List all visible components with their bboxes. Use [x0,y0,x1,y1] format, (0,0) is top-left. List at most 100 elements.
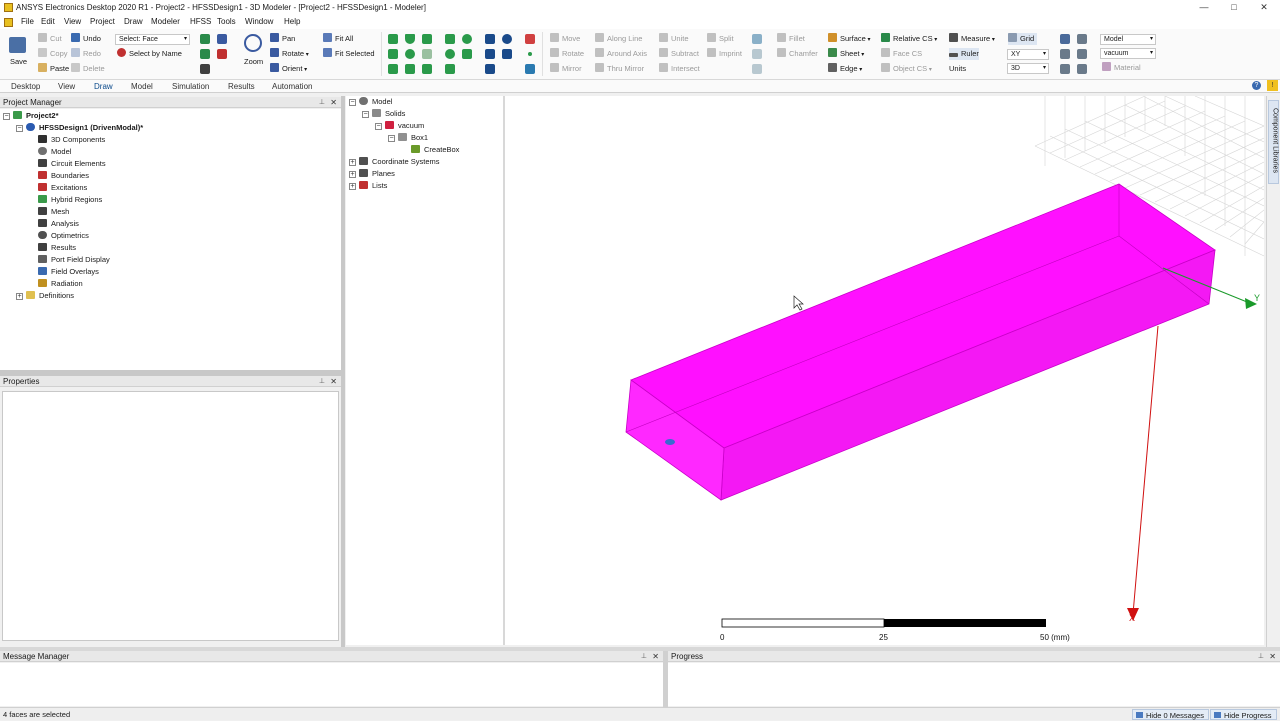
grid-button[interactable]: Grid [1008,33,1038,45]
tree-design[interactable]: HFSSDesign1 (DrivenModal)* [26,122,143,134]
render-mode-icon[interactable] [1077,34,1087,44]
along-line-button[interactable]: Along Line [595,33,642,45]
draw-cylinder-icon[interactable] [388,49,398,59]
menu-help[interactable]: Help [284,17,300,26]
expand-definitions-icon[interactable]: + [16,293,23,300]
draw-plane-icon[interactable] [525,64,535,74]
menu-file[interactable]: File [21,17,34,26]
warning-icon[interactable]: ! [1267,80,1278,91]
tab-desktop[interactable]: Desktop [11,82,40,91]
tab-draw[interactable]: Draw [94,82,113,91]
thru-mirror-button[interactable]: Thru Mirror [595,63,644,75]
intersect-button[interactable]: Intersect [659,63,700,75]
draw-center-arc-icon[interactable] [485,64,495,74]
select-vertex-icon[interactable] [217,49,227,59]
select-by-name-button[interactable]: Select by Name [117,48,182,60]
close-icon[interactable]: ✕ [1269,651,1276,662]
snap-icon[interactable] [1077,64,1087,74]
fit-all-button[interactable]: Fit All [323,33,353,45]
tree-item-port-field-display[interactable]: Port Field Display [38,254,110,266]
measure-menu[interactable]: Measure ▾ [949,33,995,45]
draw-equation-curve-icon[interactable] [502,49,512,59]
thicken-icon[interactable] [752,49,762,59]
imprint-button[interactable]: Imprint [707,48,742,60]
menu-hfss[interactable]: HFSS [190,17,211,26]
zoom-icon[interactable] [244,34,262,52]
menu-draw[interactable]: Draw [124,17,143,26]
split-button[interactable]: Split [707,33,734,45]
collapse-model-icon[interactable]: − [349,99,356,106]
tree-item-model[interactable]: Model [38,146,71,158]
draw-polygon-icon[interactable] [462,49,472,59]
wireframe-icon[interactable] [1077,49,1087,59]
material-button[interactable]: Material [1102,62,1141,74]
draw-spline-icon[interactable] [485,49,495,59]
fillet-button[interactable]: Fillet [777,33,805,45]
tree-definitions[interactable]: Definitions [26,290,74,302]
draw-torus-icon[interactable] [422,49,432,59]
minimize-button[interactable]: — [1188,0,1220,16]
hide-progress-button[interactable]: Hide Progress [1210,709,1277,720]
tree-item-boundaries[interactable]: Boundaries [38,170,89,182]
tree-model-root[interactable]: Model [359,96,392,108]
tree-lists[interactable]: Lists [359,180,387,192]
tree-item-excitations[interactable]: Excitations [38,182,87,194]
sheet-menu[interactable]: Sheet ▾ [828,48,864,60]
tab-automation[interactable]: Automation [272,82,312,91]
save-icon[interactable] [9,37,26,53]
tree-box1[interactable]: Box1 [398,132,428,144]
draw-circle-icon[interactable] [445,49,455,59]
relative-cs-menu[interactable]: Relative CS ▾ [881,33,937,45]
draw-line-icon[interactable] [485,34,495,44]
tree-createbox[interactable]: CreateBox [411,144,459,156]
edge-menu[interactable]: Edge ▾ [828,63,862,75]
draw-polyhedron-icon[interactable] [405,64,415,74]
expand-planes-icon[interactable]: + [349,171,356,178]
tree-item-mesh[interactable]: Mesh [38,206,69,218]
undo-button[interactable]: Undo [71,33,101,45]
draw-helix-icon[interactable] [388,64,398,74]
tab-results[interactable]: Results [228,82,255,91]
tree-project[interactable]: Project2* [13,110,59,122]
shaded-icon[interactable] [1060,49,1070,59]
draw-prism-icon[interactable] [422,34,432,44]
chamfer-button[interactable]: Chamfer [777,48,818,60]
tree-item-results[interactable]: Results [38,242,76,254]
units-button[interactable]: Units [949,63,966,75]
menu-tools[interactable]: Tools [217,17,236,26]
tab-view[interactable]: View [58,82,75,91]
expand-lists-icon[interactable]: + [349,183,356,190]
draw-rectangle-icon[interactable] [445,34,455,44]
tab-model[interactable]: Model [131,82,153,91]
fit-selected-button[interactable]: Fit Selected [323,48,375,60]
zoom-button[interactable]: Zoom [244,56,263,68]
save-button[interactable]: Save [10,56,27,68]
menu-view[interactable]: View [64,17,81,26]
rotate-object-button[interactable]: Rotate [550,48,584,60]
component-libraries-tab[interactable]: Component Libraries [1268,100,1279,184]
select-face-icon[interactable] [217,34,227,44]
move-button[interactable]: Move [550,33,580,45]
close-icon[interactable]: ✕ [330,376,337,387]
tree-solids[interactable]: Solids [372,108,405,120]
pin-icon[interactable]: ⊥ [319,97,325,108]
collapse-solids-icon[interactable]: − [362,111,369,118]
vertical-splitter[interactable] [341,96,345,647]
tree-item-hybrid-regions[interactable]: Hybrid Regions [38,194,102,206]
draw-region-icon[interactable] [525,34,535,44]
draw-arc-icon[interactable] [502,34,512,44]
ruler-button[interactable]: Ruler [949,48,979,60]
pin-icon[interactable]: ⊥ [319,376,325,387]
draw-history-icon[interactable] [1060,64,1070,74]
viewport-canvas[interactable]: Y X 0 25 50 (mm) [505,96,1264,645]
maximize-button[interactable]: □ [1218,0,1250,16]
draw-point-icon[interactable] [528,52,532,56]
face-cs-button[interactable]: Face CS [881,48,922,60]
pan-button[interactable]: Pan [270,33,295,45]
expand-coord-icon[interactable]: + [349,159,356,166]
grid-plane-dropdown[interactable]: XY ▾ [1007,49,1049,60]
tab-simulation[interactable]: Simulation [172,82,209,91]
paste-button[interactable]: Paste [38,63,69,75]
tree-vacuum[interactable]: vacuum [385,120,424,132]
collapse-project-icon[interactable]: − [3,113,10,120]
